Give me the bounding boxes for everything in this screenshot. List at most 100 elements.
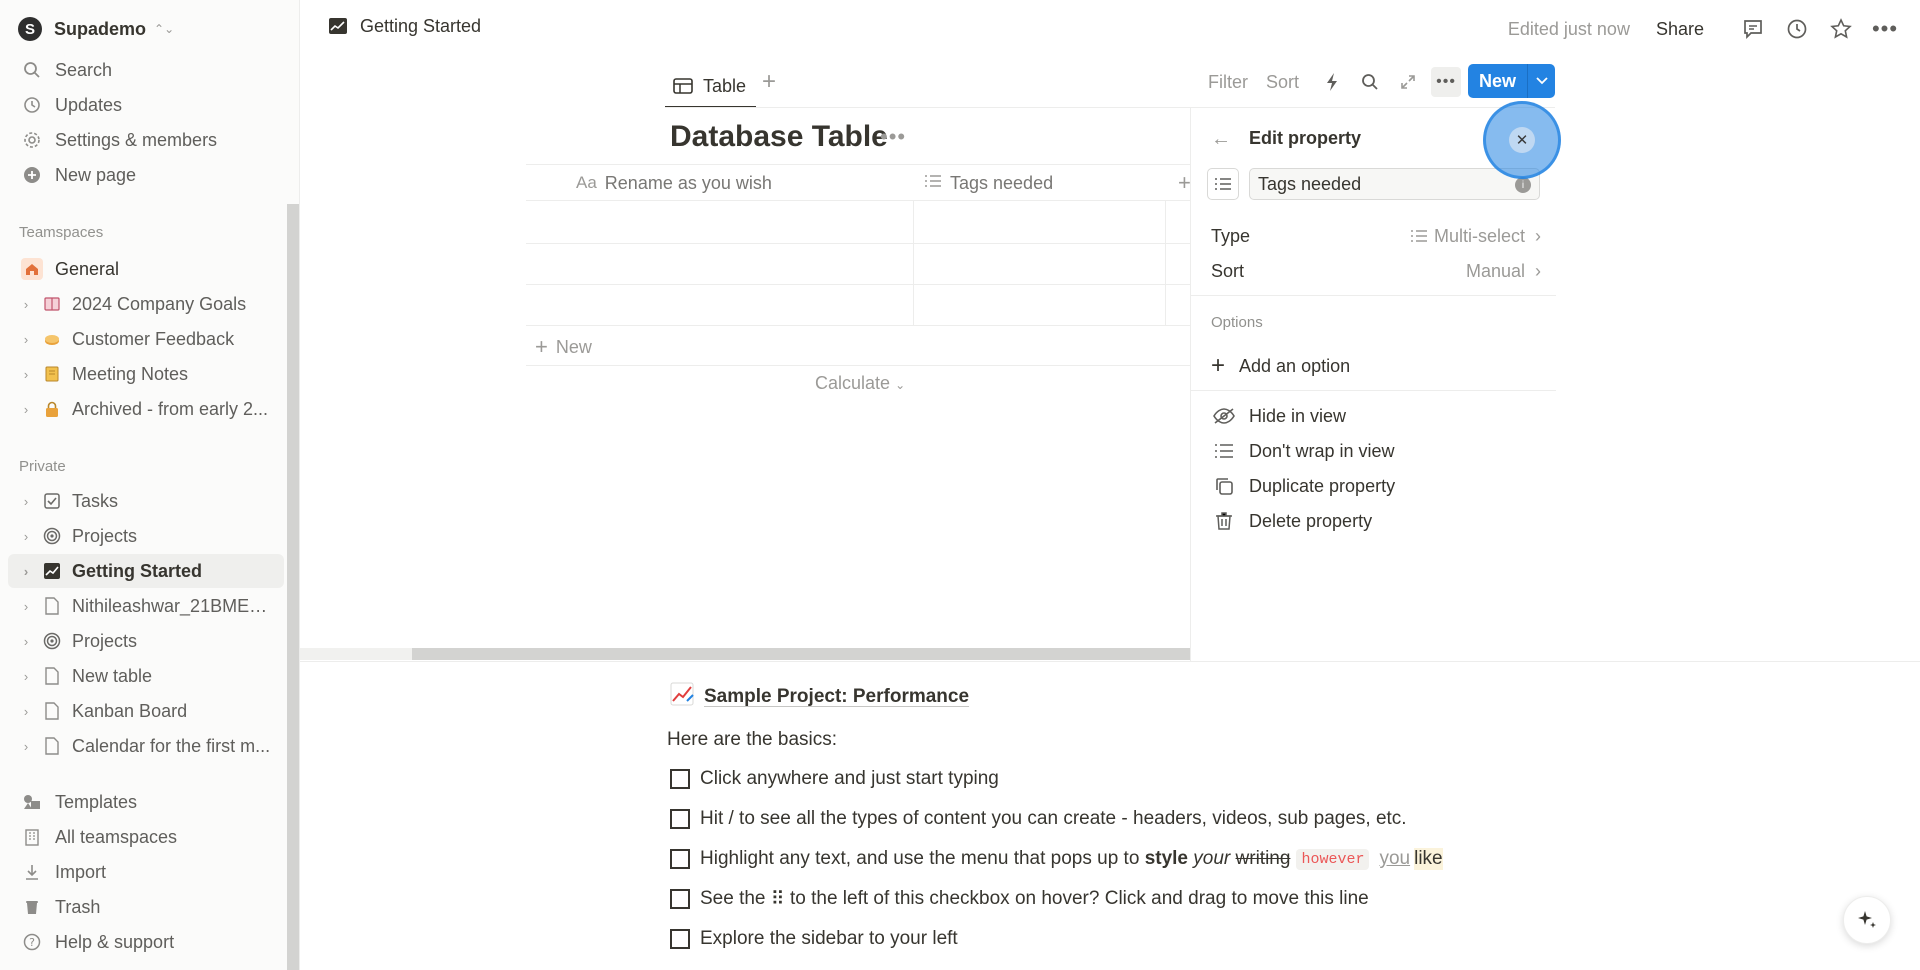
sidebar-item-updates[interactable]: Updates [8, 88, 284, 122]
chevron-right-icon[interactable]: › [18, 599, 34, 614]
breadcrumb[interactable]: Getting Started [328, 16, 481, 37]
sort-button[interactable]: Sort [1266, 72, 1299, 93]
close-icon[interactable]: ✕ [1509, 127, 1535, 153]
add-view-icon[interactable]: + [762, 68, 776, 96]
table-row[interactable] [526, 284, 1191, 285]
sidebar-item-new-page[interactable]: New page [8, 158, 284, 192]
search-icon[interactable] [1355, 67, 1385, 97]
target-icon [40, 524, 64, 548]
sidebar-item-meeting-notes[interactable]: › Meeting Notes [8, 357, 284, 391]
sidebar-item-company-goals[interactable]: › 2024 Company Goals [8, 287, 284, 321]
property-icon-picker[interactable] [1207, 168, 1239, 200]
checkbox[interactable] [670, 889, 690, 909]
more-icon[interactable]: ••• [1870, 14, 1900, 44]
todo-item[interactable]: Explore the sidebar to your left [670, 924, 958, 954]
sidebar-item-kanban-board[interactable]: › Kanban Board [8, 694, 284, 728]
filter-button[interactable]: Filter [1208, 72, 1248, 93]
chevron-right-icon[interactable]: › [18, 494, 34, 509]
sidebar-item-projects-2[interactable]: › Projects [8, 624, 284, 658]
sidebar-item-archived[interactable]: › Archived - from early 2... [8, 392, 284, 426]
column-label: Rename as you wish [604, 172, 772, 193]
duplicate-property-button[interactable]: Duplicate property [1211, 471, 1395, 501]
sidebar-item-projects[interactable]: › Projects [8, 519, 284, 553]
star-icon[interactable] [1826, 14, 1856, 44]
tab-table-view[interactable]: Table [665, 66, 757, 108]
add-row-button[interactable]: + New [535, 334, 592, 360]
delete-property-button[interactable]: Delete property [1211, 506, 1372, 536]
checkbox[interactable] [670, 769, 690, 789]
dont-wrap-button[interactable]: Don't wrap in view [1211, 436, 1395, 466]
todo-item[interactable]: See the ⠿ to the left of this checkbox o… [670, 884, 1369, 914]
sidebar-item-label: Customer Feedback [72, 328, 235, 349]
chevron-right-icon[interactable]: › [18, 704, 34, 719]
chevron-right-icon[interactable]: › [18, 367, 34, 382]
workspace-switcher[interactable]: S Supademo ⌃⌄ [18, 14, 174, 44]
chevron-right-icon[interactable]: › [18, 739, 34, 754]
todo-item[interactable]: Click anywhere and just start typing [670, 764, 999, 794]
project-link[interactable]: Sample Project: Performance [670, 682, 969, 712]
panel-title: Edit property [1249, 128, 1362, 148]
table-row[interactable] [526, 243, 1191, 244]
sidebar-item-trash[interactable]: Trash [8, 890, 284, 924]
svg-text:?: ? [29, 936, 35, 949]
checkbox[interactable] [670, 849, 690, 869]
lightning-icon[interactable] [1317, 67, 1347, 97]
add-column-icon[interactable]: + [1178, 165, 1191, 201]
table-row[interactable] [526, 325, 1191, 326]
chevron-right-icon[interactable]: › [18, 332, 34, 347]
chevron-right-icon[interactable]: › [18, 669, 34, 684]
sidebar-scrollbar[interactable] [287, 204, 299, 970]
page-icon [40, 664, 64, 688]
private-heading: Private [19, 458, 66, 475]
checkbox[interactable] [670, 809, 690, 829]
comment-icon[interactable] [1738, 14, 1768, 44]
new-button[interactable]: New [1468, 64, 1555, 98]
sidebar-item-customer-feedback[interactable]: › Customer Feedback [8, 322, 284, 356]
hide-in-view-button[interactable]: Hide in view [1211, 401, 1346, 431]
chevron-right-icon[interactable]: › [18, 529, 34, 544]
back-arrow-icon[interactable]: ← [1211, 128, 1231, 151]
expand-icon[interactable] [1393, 67, 1423, 97]
sidebar-item-label: Settings & members [55, 129, 218, 150]
chevron-down-icon[interactable] [1528, 64, 1555, 98]
todo-item[interactable]: Hit / to see all the types of content yo… [670, 804, 1407, 834]
sidebar-item-settings[interactable]: Settings & members [8, 123, 284, 157]
sidebar-item-search[interactable]: Search [8, 53, 284, 87]
column-header-tags[interactable]: Tags needed [924, 165, 1053, 201]
chevron-right-icon[interactable]: › [18, 297, 34, 312]
sidebar-item-templates[interactable]: Templates [8, 785, 284, 819]
horizontal-scrollbar[interactable] [412, 648, 1190, 660]
checkbox[interactable] [670, 929, 690, 949]
info-icon[interactable]: i [1515, 177, 1531, 193]
property-name-input[interactable]: Tags needed [1249, 168, 1540, 200]
sidebar-item-general[interactable]: General [8, 252, 284, 286]
add-option-button[interactable]: + Add an option [1211, 352, 1350, 380]
share-button[interactable]: Share [1656, 19, 1704, 40]
chevron-right-icon[interactable]: › [18, 564, 34, 579]
chevron-updown-icon: ⌃⌄ [154, 22, 175, 36]
sidebar-item-new-table[interactable]: › New table [8, 659, 284, 693]
action-label: Delete property [1249, 510, 1373, 531]
column-header-name[interactable]: Aa Rename as you wish [576, 165, 772, 201]
more-icon[interactable]: ••• [1431, 67, 1462, 97]
sidebar-item-nithileashwar[interactable]: › Nithileashwar_21BME10... [8, 589, 284, 623]
calculate-button[interactable]: Calculate ⌄ [815, 373, 905, 394]
ai-sparkle-icon[interactable] [1843, 896, 1891, 944]
chevron-right-icon[interactable]: › [18, 402, 34, 417]
property-sort-row[interactable]: Sort Manual › [1211, 256, 1541, 286]
sort-value: Manual [1465, 260, 1525, 281]
todo-strike-text: writing [1235, 848, 1291, 869]
sidebar-item-calendar[interactable]: › Calendar for the first m... [8, 729, 284, 763]
history-icon[interactable] [1782, 14, 1812, 44]
chevron-right-icon[interactable]: › [18, 634, 34, 649]
more-icon[interactable]: ••• [880, 124, 906, 150]
new-button-label[interactable]: New [1468, 64, 1528, 98]
sidebar-item-import[interactable]: Import [8, 855, 284, 889]
database-title[interactable]: Database Table [670, 120, 888, 154]
sidebar-item-getting-started[interactable]: › Getting Started [8, 554, 284, 588]
sidebar-item-tasks[interactable]: › Tasks [8, 484, 284, 518]
sidebar-item-all-teamspaces[interactable]: All teamspaces [8, 820, 284, 854]
sidebar-item-help[interactable]: ? Help & support [8, 925, 284, 959]
todo-item[interactable]: Highlight any text, and use the menu tha… [670, 844, 1443, 874]
property-type-row[interactable]: Type Multi-select › [1211, 221, 1541, 251]
